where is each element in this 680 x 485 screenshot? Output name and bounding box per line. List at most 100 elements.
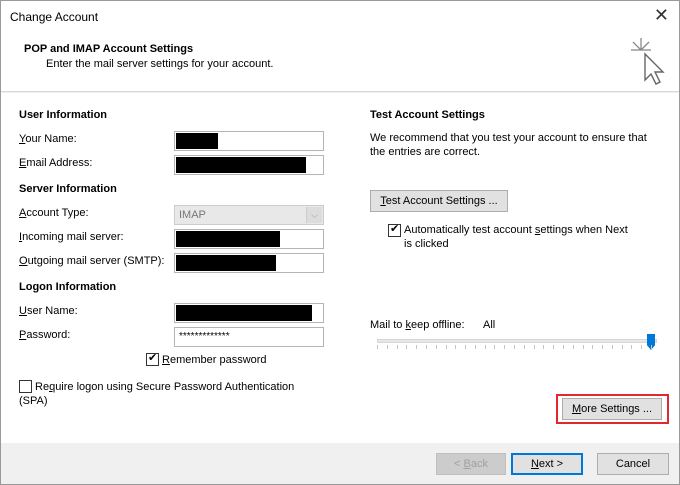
slider-tick [621,345,623,349]
slider-tick [494,345,496,349]
change-account-dialog: Change Account ✕ POP and IMAP Account Se… [0,0,680,485]
password-value: ************* [179,331,230,342]
auto-test-text-pre: Automatically test account [404,224,535,236]
offline-label: Mail to keep offline: [370,319,465,331]
back-text-pre: < [454,458,464,470]
chevron-down-icon: ⌵ [306,207,322,223]
title-bar: Change Account ✕ [1,1,679,32]
remember-mnemonic: R [162,354,170,366]
slider-tick [425,345,427,349]
email-label-text: mail Address: [26,157,93,169]
slider-tick [631,345,633,349]
auto-test-label-line2: is clicked [404,238,449,250]
slider-tick [406,345,408,349]
redacted-block [176,157,306,173]
slider-tick [553,345,555,349]
user-name-text: ser Name: [26,305,78,317]
slider-tick [592,345,594,349]
account-type-label: Account Type: [19,207,89,219]
user-name-label: User Name: [19,305,78,317]
redacted-block [176,133,218,149]
remember-password-label: Remember password [162,354,267,366]
slider-tick [523,345,525,349]
dialog-footer: < Back Next > Cancel [1,443,679,484]
more-settings-button[interactable]: More Settings ... [562,398,662,420]
account-type-value: IMAP [179,209,206,221]
user-name-field[interactable] [174,303,324,323]
incoming-server-field[interactable] [174,229,324,249]
auto-test-label: Automatically test account settings when… [404,224,628,236]
offline-text-pre: Mail to [370,319,406,331]
header-title: POP and IMAP Account Settings [24,43,194,55]
more-settings-mnemonic: M [571,403,582,415]
dialog-header: POP and IMAP Account Settings Enter the … [1,32,679,92]
cancel-button[interactable]: Cancel [597,453,669,475]
redacted-block [176,305,312,321]
password-label: Password: [19,329,70,341]
checkmark-icon: ✔ [390,223,400,235]
test-account-settings-button[interactable]: Test Account Settings ... [370,190,508,212]
offline-slider-track[interactable] [377,339,657,343]
redacted-block [176,231,280,247]
next-button[interactable]: Next > [511,453,583,475]
checkmark-icon: ✔ [148,352,158,364]
test-description-line1: We recommend that you test your account … [370,132,647,144]
slider-tick [533,345,535,349]
auto-test-checkbox[interactable]: ✔ [388,223,401,237]
slider-tick [543,345,545,349]
your-name-label-text: our Name: [25,133,77,145]
back-button[interactable]: < Back [436,453,506,475]
cursor-click-icon [631,38,665,85]
remember-text: emember password [169,354,267,366]
slider-tick [641,345,643,349]
your-name-label: Your Name: [19,133,77,145]
slider-tick [611,345,613,349]
offline-value: All [483,319,496,331]
redacted-block [176,255,276,271]
test-button-text: est Account Settings ... [385,195,498,207]
close-icon[interactable]: ✕ [654,6,669,24]
offline-text: eep offline: [410,319,465,331]
spa-text: uire logon using Secure Password Authent… [55,381,295,393]
outgoing-text: utgoing mail server (SMTP): [27,255,165,267]
user-name-mnemonic: U [19,305,27,317]
account-type-select[interactable]: IMAP ⌵ [174,205,324,225]
slider-tick [465,345,467,349]
slider-tick [455,345,457,349]
outgoing-mnemonic: O [19,255,28,267]
slider-tick [416,345,418,349]
spa-label-line2: (SPA) [19,395,48,407]
email-address-field[interactable] [174,155,324,175]
user-info-heading: User Information [19,109,108,121]
outgoing-server-field[interactable] [174,253,324,273]
password-field[interactable]: ************* [174,327,324,347]
account-type-text: ccount Type: [26,207,89,219]
slider-tick [651,345,652,349]
email-address-label: Email Address: [19,157,92,169]
next-mnemonic: N [530,458,539,470]
spa-text-pre: Re [35,381,50,393]
slider-tick [445,345,447,349]
back-mnemonic: B [463,458,471,470]
outgoing-server-label: Outgoing mail server (SMTP): [19,255,165,267]
header-subtitle: Enter the mail server settings for your … [46,58,274,70]
slider-tick [484,345,486,349]
slider-tick [474,345,476,349]
logon-info-heading: Logon Information [19,281,117,293]
slider-tick [435,345,437,349]
spa-checkbox[interactable] [19,380,32,393]
test-description-line2: the entries are correct. [370,146,481,158]
more-settings-text: ore Settings ... [581,403,653,415]
your-name-field[interactable] [174,131,324,151]
slider-tick [504,345,506,349]
test-settings-heading: Test Account Settings [370,109,485,121]
next-text: ext > [538,458,564,470]
slider-tick [572,345,574,349]
spa-label: Require logon using Secure Password Auth… [35,381,335,393]
slider-tick [514,345,515,349]
slider-tick [582,345,584,349]
server-info-heading: Server Information [19,183,117,195]
incoming-text: ncoming mail server: [22,231,124,243]
remember-password-checkbox[interactable]: ✔ [146,352,159,366]
incoming-server-label: Incoming mail server: [19,231,124,243]
